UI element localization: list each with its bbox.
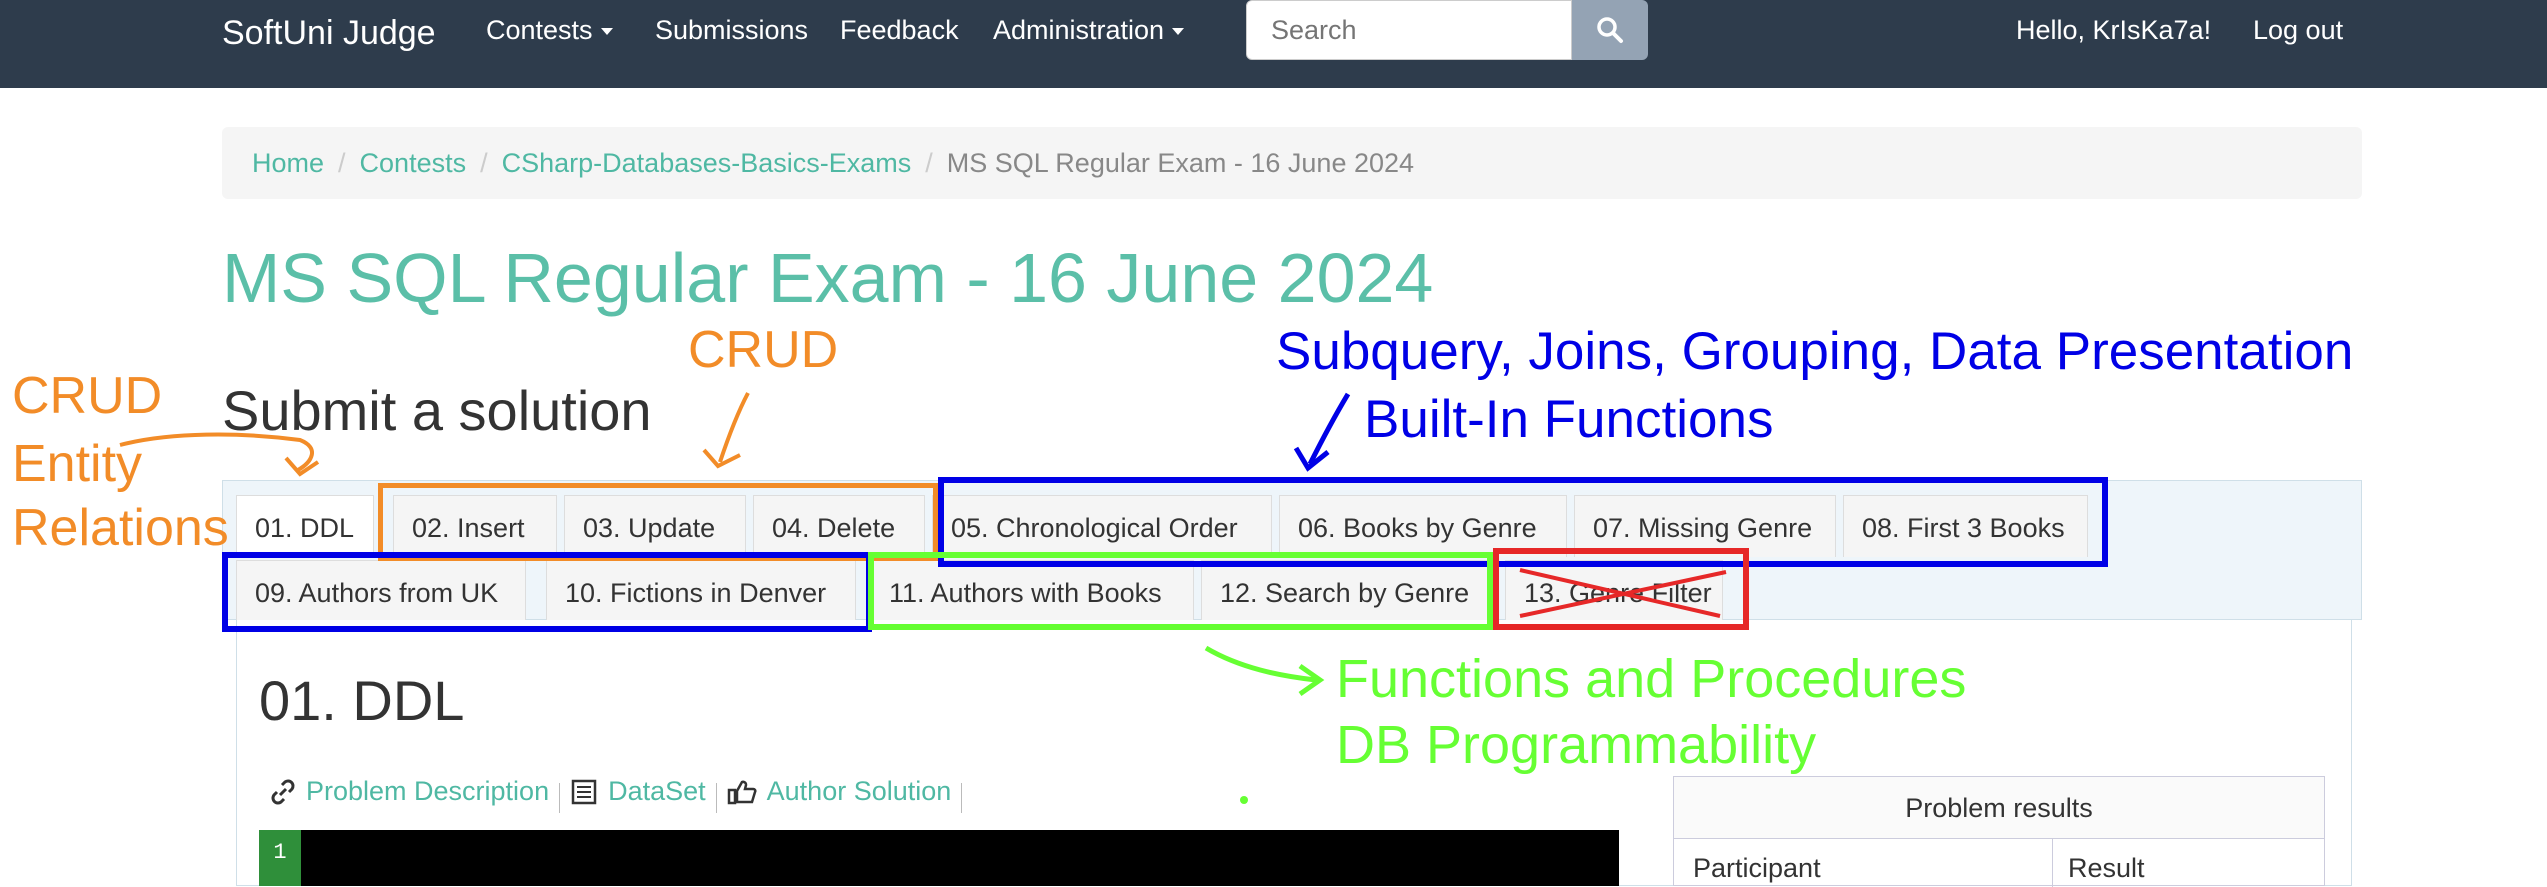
caret-down-icon <box>600 28 613 36</box>
annotation-crud-top: CRUD <box>688 321 839 379</box>
code-editor[interactable]: 1 <box>259 830 1619 886</box>
link-divider <box>559 783 561 814</box>
breadcrumb-category[interactable]: CSharp-Databases-Basics-Exams <box>502 148 912 178</box>
orange-arrow-top <box>718 392 750 463</box>
navbar: SoftUni Judge Contests Submissions Feedb… <box>0 0 2547 88</box>
participant-column: Participant <box>1693 853 1821 883</box>
annotation-blue-line1: Subquery, Joins, Grouping, Data Presenta… <box>1276 322 2354 381</box>
orange-arrowhead-top <box>702 448 741 469</box>
blue-arrowhead <box>1293 446 1330 472</box>
search-form <box>1246 0 1648 60</box>
page-title: MS SQL Regular Exam - 16 June 2024 <box>222 239 1434 317</box>
problem-results-header: Problem results <box>1674 777 2324 839</box>
search-button[interactable] <box>1572 0 1648 60</box>
problem-title: 01. DDL <box>259 669 465 732</box>
breadcrumb-home[interactable]: Home <box>252 148 324 178</box>
annotation-green-line2: DB Programmability <box>1336 715 1817 775</box>
breadcrumb: Home / Contests / CSharp-Databases-Basics-Ex… <box>222 127 2362 199</box>
link-divider <box>715 783 717 814</box>
tab-ddl[interactable]: 01. DDL <box>236 495 374 557</box>
results-columns: Participant Result <box>1674 839 2324 887</box>
problem-links: Problem Description DataSet Author Solut… <box>270 776 972 814</box>
problem-description-label: Problem Description <box>306 776 550 806</box>
result-column: Result <box>2068 853 2145 883</box>
blue-annotation-box-row2 <box>222 552 872 632</box>
list-icon <box>571 779 597 804</box>
breadcrumb-separator: / <box>338 148 346 178</box>
search-icon <box>1597 17 1623 43</box>
crud-annotation-box <box>378 483 938 561</box>
blue-arrow <box>1307 392 1351 466</box>
annotation-crud-left-1: CRUD <box>12 367 163 425</box>
line-number: 1 <box>259 830 301 886</box>
nav-feedback[interactable]: Feedback <box>840 15 959 46</box>
breadcrumb-separator: / <box>480 148 488 178</box>
caret-down-icon <box>1172 28 1185 36</box>
annotation-crud-left-3: Relations <box>12 499 229 557</box>
nav-administration-label: Administration <box>993 15 1165 45</box>
dataset-link[interactable]: DataSet <box>570 776 706 807</box>
author-solution-link[interactable]: Author Solution <box>727 776 952 807</box>
thumbs-up-icon <box>727 780 757 804</box>
annotation-green-line1: Functions and Procedures <box>1336 649 1967 709</box>
link-divider <box>961 783 963 814</box>
logout-link[interactable]: Log out <box>2253 15 2343 46</box>
submit-heading: Submit a solution <box>222 379 652 442</box>
breadcrumb-contests[interactable]: Contests <box>360 148 467 178</box>
nav-administration[interactable]: Administration <box>993 15 1185 46</box>
annotation-crud-left-2: Entity <box>12 435 143 493</box>
nav-contests[interactable]: Contests <box>486 15 613 46</box>
brand-logo[interactable]: SoftUni Judge <box>222 14 436 53</box>
breadcrumb-separator: / <box>925 148 933 178</box>
problem-results-panel: Problem results Participant Result <box>1673 776 2325 887</box>
nav-submissions[interactable]: Submissions <box>655 15 808 46</box>
user-greeting[interactable]: Hello, KrIsKa7a! <box>2016 15 2211 46</box>
problem-description-link[interactable]: Problem Description <box>270 776 549 807</box>
breadcrumb-current: MS SQL Regular Exam - 16 June 2024 <box>946 148 1415 178</box>
annotation-blue-line2: Built-In Functions <box>1364 390 1774 449</box>
dataset-label: DataSet <box>608 776 706 806</box>
red-annotation-box <box>1493 548 1749 630</box>
column-divider <box>2052 839 2053 887</box>
orange-arrowhead-left <box>284 456 320 477</box>
green-annotation-box <box>868 552 1493 630</box>
link-icon <box>271 779 295 804</box>
nav-contests-label: Contests <box>486 15 593 45</box>
author-solution-label: Author Solution <box>766 776 952 806</box>
search-input[interactable] <box>1246 0 1572 60</box>
